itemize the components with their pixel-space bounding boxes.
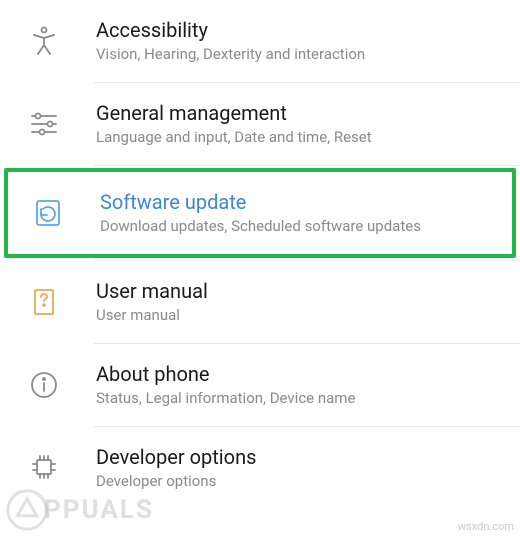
settings-item-user-manual[interactable]: User manual User manual	[0, 261, 520, 343]
settings-item-general-management[interactable]: General management Language and input, D…	[0, 83, 520, 165]
settings-item-subtitle: Developer options	[96, 472, 500, 492]
highlight-box: Software update Download updates, Schedu…	[4, 168, 516, 258]
settings-list: Accessibility Vision, Hearing, Dexterity…	[0, 0, 520, 509]
settings-item-title: Developer options	[96, 444, 500, 470]
developer-icon	[16, 452, 72, 484]
settings-item-title: Accessibility	[96, 17, 500, 43]
update-icon	[20, 197, 76, 229]
divider	[94, 165, 520, 166]
settings-item-software-update[interactable]: Software update Download updates, Schedu…	[8, 172, 512, 254]
settings-item-subtitle: Language and input, Date and time, Reset	[96, 128, 500, 148]
settings-item-subtitle: Status, Legal information, Device name	[96, 389, 500, 409]
settings-item-title: Software update	[100, 189, 496, 215]
settings-item-subtitle: User manual	[96, 306, 500, 326]
settings-item-title: General management	[96, 100, 500, 126]
settings-item-subtitle: Download updates, Scheduled software upd…	[100, 217, 496, 237]
accessibility-icon	[16, 25, 72, 57]
settings-item-accessibility[interactable]: Accessibility Vision, Hearing, Dexterity…	[0, 0, 520, 82]
settings-item-about-phone[interactable]: About phone Status, Legal information, D…	[0, 344, 520, 426]
info-icon	[16, 369, 72, 401]
manual-icon	[16, 286, 72, 318]
watermark-source: wsxdn.com	[458, 520, 514, 533]
settings-item-title: User manual	[96, 278, 500, 304]
sliders-icon	[16, 108, 72, 140]
watermark-appuals: PPUALS	[4, 487, 154, 533]
settings-item-title: About phone	[96, 361, 500, 387]
settings-item-subtitle: Vision, Hearing, Dexterity and interacti…	[96, 45, 500, 65]
